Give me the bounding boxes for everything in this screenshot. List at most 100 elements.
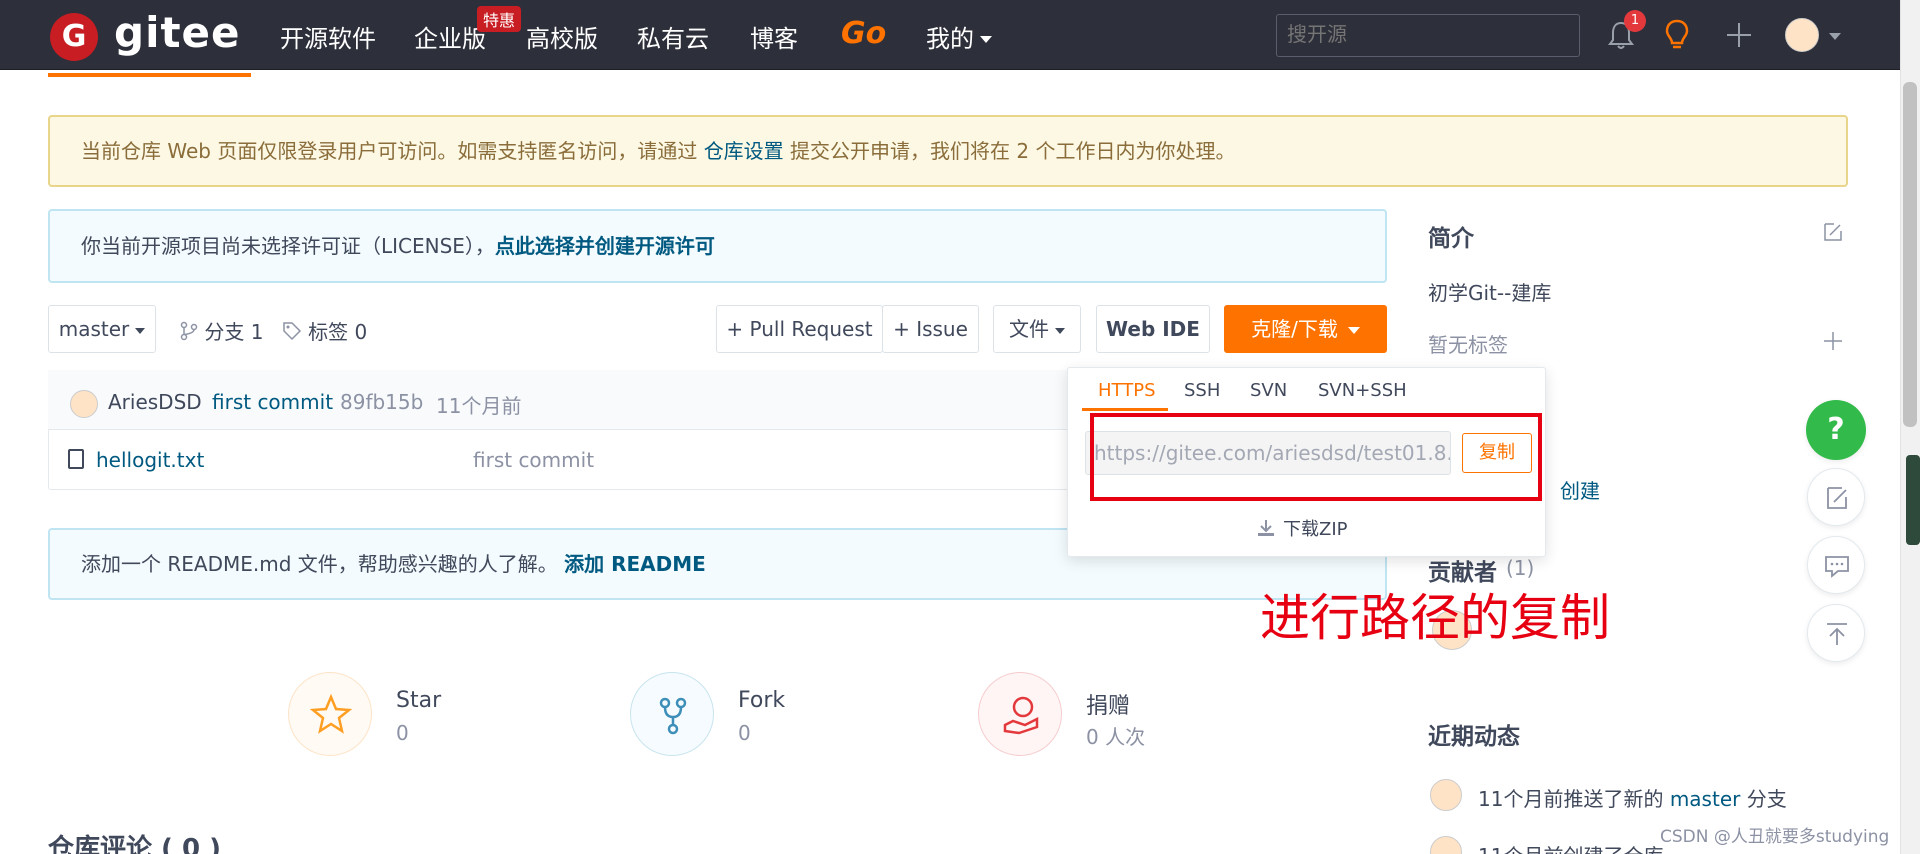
contributors-count: (1)	[1506, 556, 1535, 580]
back-to-top-button[interactable]	[1807, 604, 1865, 662]
master-branch-link[interactable]: master	[1670, 787, 1741, 811]
fork-count: 0	[738, 721, 751, 745]
chevron-down-icon	[1829, 33, 1841, 40]
download-zip-label: 下载ZIP	[1283, 519, 1348, 540]
highlight-box	[1090, 413, 1542, 501]
warning-text-post: 提交公开申请，我们将在 2 个工作日内为你处理。	[783, 139, 1236, 163]
download-zip-link[interactable]: 下载ZIP	[1257, 515, 1348, 541]
gitee-logo-text[interactable]: gitee	[114, 8, 241, 57]
issue-button[interactable]: + Issue	[882, 305, 979, 353]
nav-enterprise[interactable]: 企业版	[414, 19, 486, 54]
file-label: 文件	[1009, 317, 1049, 341]
active-tab-underline	[1082, 408, 1168, 411]
nav-go[interactable]: Go	[841, 16, 886, 51]
nav-private-cloud[interactable]: 私有云	[637, 19, 709, 54]
edit-note-icon	[1827, 487, 1847, 509]
recent-activity-title: 近期动态	[1428, 724, 1520, 750]
nav-education[interactable]: 高校版	[526, 19, 598, 54]
no-tags-text: 暂无标签	[1428, 333, 1508, 357]
commit-author[interactable]: AriesDSD	[108, 390, 202, 414]
tags-link[interactable]: 标签 0	[308, 320, 367, 344]
comment-button[interactable]	[1807, 536, 1865, 594]
watermark: CSDN @人丑就要多studying	[1660, 827, 1890, 847]
license-banner: 你当前开源项目尚未选择许可证（LICENSE），点此选择并创建开源许可	[48, 209, 1387, 283]
chevron-down-icon	[1055, 327, 1065, 334]
annotation-text: 进行路径的复制	[1260, 589, 1610, 647]
commit-hash[interactable]: 89fb15b	[340, 390, 423, 414]
edit-icon[interactable]	[1822, 221, 1844, 243]
web-ide-button[interactable]: Web IDE	[1096, 305, 1210, 353]
activity-item: 11个月前推送了新的 master 分支	[1478, 783, 1787, 812]
notification-count-badge: 1	[1624, 10, 1646, 32]
fork-label[interactable]: Fork	[738, 688, 785, 713]
branch-select[interactable]: master	[48, 305, 156, 353]
gitee-logo-icon[interactable]: G	[50, 13, 98, 61]
fork-icon	[659, 697, 687, 735]
chevron-down-icon	[980, 36, 992, 43]
help-button[interactable]: ?	[1806, 400, 1866, 460]
file-name-link[interactable]: hellogit.txt	[96, 448, 204, 472]
activity-avatar[interactable]	[1430, 836, 1462, 854]
chevron-down-icon	[135, 327, 146, 334]
star-button[interactable]	[288, 672, 372, 756]
scrollbar-thumb[interactable]	[1903, 82, 1917, 427]
activity-text: 11个月前推送了新的	[1478, 787, 1670, 811]
donate-count: 0 人次	[1086, 725, 1146, 749]
commit-author-avatar[interactable]	[70, 390, 98, 418]
file-menu-button[interactable]: 文件	[993, 305, 1081, 353]
commit-time: 11个月前	[436, 394, 522, 418]
access-warning-banner: 当前仓库 Web 页面仅限登录用户可访问。如需支持匿名访问，请通过 仓库设置 提…	[48, 115, 1848, 187]
clone-label: 克隆/下载	[1251, 317, 1338, 341]
donate-label[interactable]: 捐赠	[1086, 688, 1130, 720]
nav-mine[interactable]: 我的	[926, 19, 974, 54]
create-license-link[interactable]: 点此选择并创建开源许可	[495, 234, 715, 258]
chevron-down-icon	[1347, 327, 1360, 334]
side-widget[interactable]	[1906, 455, 1920, 545]
file-commit-message[interactable]: first commit	[473, 448, 594, 472]
feedback-button[interactable]	[1807, 468, 1865, 526]
promo-badge: 特惠	[477, 6, 522, 32]
active-nav-underline	[48, 73, 251, 77]
user-avatar[interactable]	[1785, 18, 1819, 52]
download-icon	[1258, 520, 1274, 536]
branch-tag-info: 分支 1 标签 0	[180, 316, 367, 345]
star-count: 0	[396, 721, 409, 745]
arrow-up-icon	[1827, 623, 1847, 645]
nav-open-source[interactable]: 开源软件	[280, 19, 376, 54]
intro-description: 初学Git--建库	[1428, 281, 1552, 305]
search-input[interactable]	[1276, 14, 1580, 57]
create-link[interactable]: 创建	[1560, 475, 1600, 504]
activity-text-post: 分支	[1740, 787, 1787, 811]
branch-icon	[180, 321, 198, 341]
commit-message[interactable]: first commit	[212, 390, 333, 414]
tab-svn[interactable]: SVN	[1250, 380, 1287, 401]
donate-icon	[1003, 696, 1039, 735]
donate-button[interactable]	[978, 672, 1062, 756]
branch-label: master	[58, 317, 130, 341]
tab-svn-ssh[interactable]: SVN+SSH	[1318, 380, 1407, 401]
readme-text: 添加一个 README.md 文件，帮助感兴趣的人了解。	[81, 552, 558, 576]
intro-title: 简介	[1428, 226, 1474, 252]
star-label[interactable]: Star	[396, 688, 441, 713]
tag-icon	[283, 322, 301, 341]
fork-button[interactable]	[630, 672, 714, 756]
plus-icon[interactable]	[1822, 330, 1844, 352]
add-readme-link[interactable]: 添加 README	[564, 552, 706, 576]
repo-reviews-title: 仓库评论 ( 0 )	[48, 834, 222, 854]
plus-icon[interactable]	[1724, 20, 1754, 50]
clone-download-button[interactable]: 克隆/下载	[1224, 305, 1387, 353]
branches-link[interactable]: 分支 1	[204, 320, 263, 344]
file-icon	[68, 449, 84, 469]
activity-avatar[interactable]	[1430, 779, 1462, 811]
activity-item: 11个月前创建了仓库	[1478, 840, 1663, 854]
pull-request-button[interactable]: + Pull Request	[716, 305, 883, 353]
comment-icon	[1825, 556, 1849, 578]
warning-text-pre: 当前仓库 Web 页面仅限登录用户可访问。如需支持匿名访问，请通过	[81, 139, 704, 163]
star-icon	[309, 693, 353, 734]
lightbulb-icon[interactable]	[1662, 18, 1692, 52]
repo-settings-link[interactable]: 仓库设置	[704, 139, 784, 163]
license-text: 你当前开源项目尚未选择许可证（LICENSE），	[81, 234, 495, 258]
tab-ssh[interactable]: SSH	[1184, 380, 1220, 401]
tab-https[interactable]: HTTPS	[1098, 380, 1156, 401]
nav-blog[interactable]: 博客	[750, 19, 798, 54]
